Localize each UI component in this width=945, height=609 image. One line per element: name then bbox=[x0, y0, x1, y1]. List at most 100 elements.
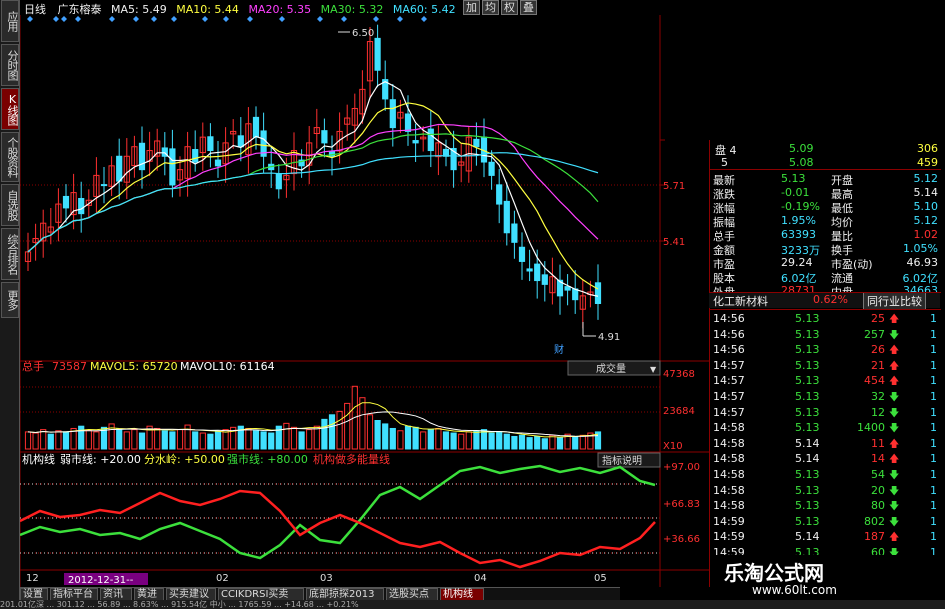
add-button[interactable]: 加 bbox=[463, 0, 480, 15]
volume-bar bbox=[366, 414, 374, 450]
volume-bar bbox=[473, 430, 480, 450]
ma5-line bbox=[27, 81, 599, 297]
volume-bar bbox=[556, 437, 564, 450]
tick-price: 5.14 bbox=[795, 530, 820, 544]
candle bbox=[374, 37, 381, 71]
event-marker-icon bbox=[317, 16, 323, 22]
tick-count: 1 bbox=[930, 436, 937, 450]
quote-value: 5.12 bbox=[913, 172, 939, 185]
event-marker-icon bbox=[27, 16, 33, 22]
ask-row-4: 盘 4 5.09 306 bbox=[715, 142, 938, 157]
low-price-label: 4.91 bbox=[598, 332, 620, 343]
event-marker-icon bbox=[421, 16, 427, 22]
volume-bar bbox=[192, 431, 199, 450]
tick-time: 14:56 bbox=[713, 327, 745, 341]
volume-bar bbox=[85, 429, 92, 450]
arrow-down-icon: 🡇 bbox=[889, 516, 900, 528]
quote-value: -0.01 bbox=[781, 186, 810, 199]
tick-row: 14:57 5.13 454 🡅 1 bbox=[709, 374, 941, 389]
event-marker-icon bbox=[341, 16, 347, 22]
date-label-12: 12 bbox=[26, 573, 39, 584]
volume-tick-mid: 23684 bbox=[663, 406, 695, 417]
ma-header: 日线 广东榕泰 MA5: 5.49 MA10: 5.44 MA20: 5.35 … bbox=[24, 1, 456, 16]
volume-bar bbox=[382, 423, 389, 450]
event-marker-icon bbox=[151, 16, 157, 22]
quote-value: 46.93 bbox=[906, 256, 939, 269]
candle bbox=[321, 130, 328, 144]
tick-volume: 1400 bbox=[857, 421, 885, 435]
tick-price: 5.13 bbox=[795, 421, 820, 435]
volume-bar bbox=[47, 433, 54, 450]
tick-time: 14:58 bbox=[713, 452, 745, 466]
volume-bar bbox=[579, 434, 586, 450]
candle bbox=[534, 263, 541, 282]
volume-bar bbox=[321, 418, 328, 450]
tick-price: 5.13 bbox=[795, 343, 820, 357]
volume-bar bbox=[40, 429, 47, 450]
volume-bar bbox=[32, 432, 39, 450]
industry-name: 化工新材料 bbox=[713, 295, 768, 308]
tick-price: 5.13 bbox=[795, 514, 820, 528]
volume-bar bbox=[503, 433, 510, 450]
tab-more[interactable]: 更多 bbox=[1, 282, 19, 318]
event-marker-icon bbox=[133, 16, 139, 22]
tick-count: 1 bbox=[930, 514, 937, 528]
quote-value: 1.05% bbox=[903, 242, 938, 255]
rights-button[interactable]: 权 bbox=[501, 0, 518, 15]
price-tick-5-71: 5.71 bbox=[663, 181, 685, 192]
quote-row: 涨幅 -0.19% 最低 5.10 bbox=[709, 200, 940, 215]
tick-price: 5.13 bbox=[795, 358, 820, 372]
tick-price: 5.13 bbox=[795, 312, 820, 325]
arrow-up-icon: 🡅 bbox=[889, 345, 900, 357]
quote-row: 金额 3233万 换手 1.05% bbox=[709, 242, 940, 257]
arrow-down-icon: 🡇 bbox=[889, 470, 900, 481]
volume-bar bbox=[245, 427, 252, 450]
volume-bar bbox=[518, 434, 526, 450]
tick-price: 5.14 bbox=[795, 436, 820, 450]
average-button[interactable]: 均 bbox=[482, 0, 499, 15]
tick-volume: 187 bbox=[864, 530, 885, 544]
moving-average-lines bbox=[27, 81, 599, 297]
volume-bar bbox=[450, 432, 457, 450]
candle bbox=[488, 161, 495, 176]
arrow-down-icon: 🡇 bbox=[889, 423, 900, 435]
candle bbox=[518, 246, 526, 262]
candle bbox=[564, 286, 571, 291]
quote-value: -0.19% bbox=[781, 200, 820, 213]
tab-kline[interactable]: K线图 bbox=[1, 88, 19, 130]
quote-value: 5.12 bbox=[913, 214, 939, 227]
candle bbox=[389, 99, 396, 129]
event-markers[interactable] bbox=[27, 16, 427, 22]
tick-time: 14:58 bbox=[713, 483, 745, 497]
tab-ranking[interactable]: 综合排名 bbox=[1, 228, 19, 280]
volume-bar bbox=[336, 410, 343, 450]
separator bbox=[709, 309, 941, 310]
tick-count: 1 bbox=[930, 312, 937, 325]
candle bbox=[412, 140, 419, 144]
indicator-help-label: 指标说明 bbox=[602, 454, 642, 467]
volume-title: 总手 bbox=[22, 359, 44, 373]
tab-app[interactable]: 应用 bbox=[1, 0, 19, 42]
tab-stock-info[interactable]: 个股资料 bbox=[1, 132, 19, 182]
mavol10-label: MAVOL10: 61164 bbox=[180, 360, 275, 373]
tick-row: 14:56 5.13 25 🡅 1 bbox=[709, 312, 941, 327]
tick-count: 1 bbox=[930, 452, 937, 466]
kline-chart[interactable]: 6.50 4.91 财 5.71 5.41 总手 73587 MAVOL5: 6… bbox=[20, 15, 710, 587]
tab-watchlist[interactable]: 自选股 bbox=[1, 184, 19, 226]
event-marker-icon bbox=[202, 16, 208, 22]
overlay-button[interactable]: 叠 bbox=[520, 0, 537, 15]
candle bbox=[62, 195, 70, 209]
volume-bar bbox=[138, 432, 146, 450]
volume-bar bbox=[176, 429, 184, 450]
volume-selector-label: 成交量 bbox=[596, 362, 626, 375]
industry-compare-button[interactable]: 同行业比较 bbox=[863, 292, 926, 310]
candle bbox=[237, 135, 244, 148]
volume-bar bbox=[123, 431, 130, 450]
volume-bar bbox=[496, 431, 503, 450]
tab-intraday[interactable]: 分时图 bbox=[1, 44, 19, 86]
separator bbox=[709, 292, 941, 293]
quote-row: 市盈 29.24 市盈(动) 46.93 bbox=[709, 256, 940, 271]
quote-value: 5.10 bbox=[913, 200, 939, 213]
weak-line-label: 弱市线: +20.00 bbox=[60, 452, 141, 466]
tick-count: 1 bbox=[930, 327, 937, 341]
